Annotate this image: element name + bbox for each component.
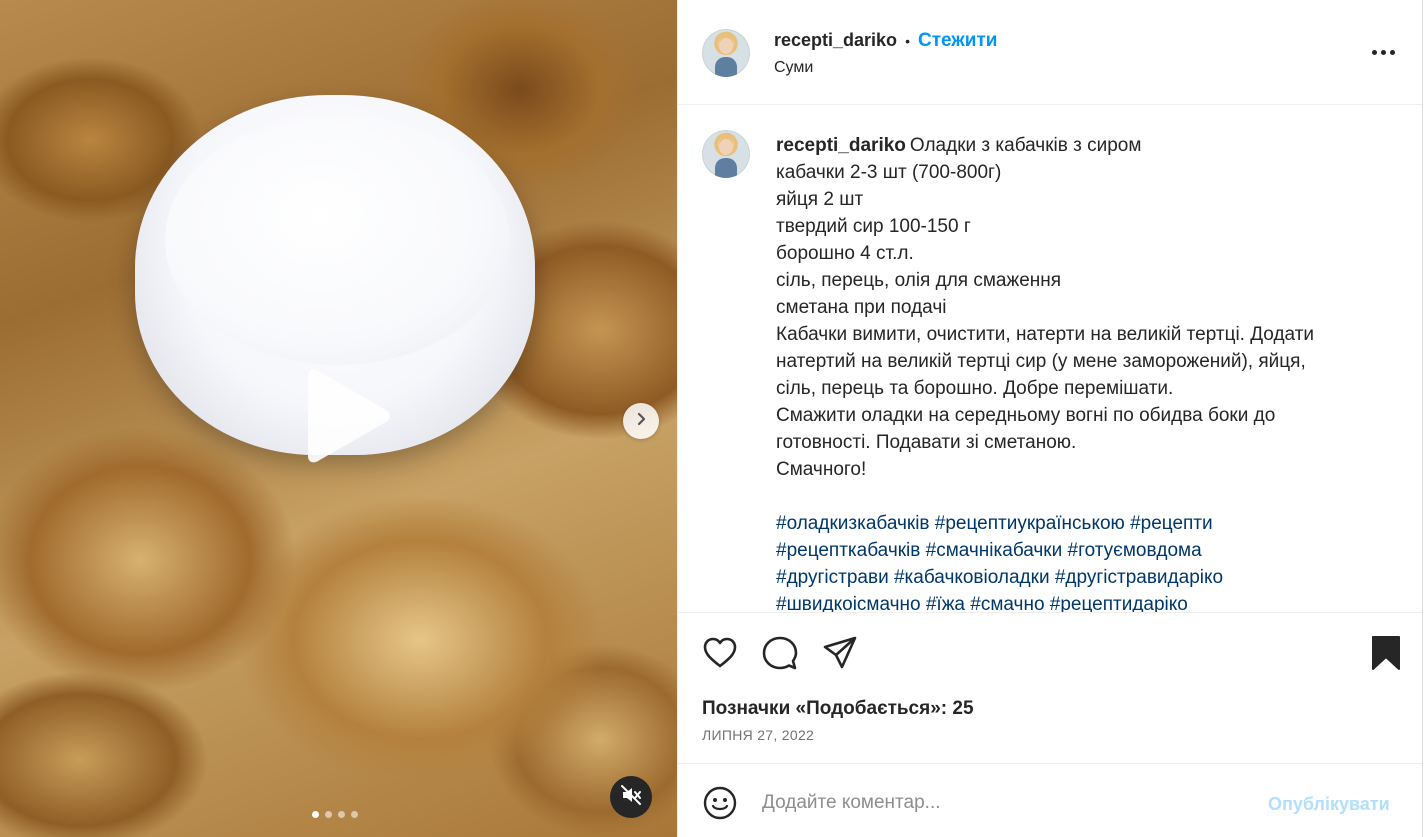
caption-line: готовності. Подавати зі сметаною. [776, 432, 1077, 453]
emoji-icon[interactable] [702, 785, 738, 826]
comment-icon[interactable] [762, 635, 798, 676]
carousel-dot [338, 811, 345, 818]
more-icon[interactable] [1372, 50, 1395, 55]
hashtags: #оладкизкабачків #рецептиукраїнською #ре… [776, 510, 1396, 612]
post-date[interactable]: ЛИПНЯ 27, 2022 [702, 727, 814, 743]
sour-cream [165, 115, 510, 365]
caption-line: сіль, перець та борошно. Добре перемішат… [776, 378, 1174, 399]
caption-username[interactable]: recepti_dariko [776, 135, 906, 156]
bookmark-icon[interactable] [1370, 635, 1402, 676]
hashtag-line[interactable]: #рецепткабачків #смачнікабачки #готуємов… [776, 537, 1396, 564]
caption-line: Смажити оладки на середньому вогні по об… [776, 405, 1276, 426]
chevron-right-icon [633, 411, 649, 432]
caption-line: кабачки 2-3 шт (700-800г) [776, 162, 1002, 183]
caption-line: сіль, перець, олія для смаження [776, 270, 1062, 291]
share-icon[interactable] [822, 635, 858, 676]
post-media[interactable] [0, 0, 677, 837]
caption-area[interactable]: recepti_dariko Оладки з кабачків з сиром … [678, 105, 1422, 613]
heart-icon[interactable] [702, 635, 738, 676]
carousel-dot [325, 811, 332, 818]
post-details-panel: recepti_dariko • Стежити Суми recepti_dari… [677, 0, 1423, 837]
caption-line: Оладки з кабачків з сиром [909, 135, 1142, 156]
comment-input[interactable]: Додайте коментар... [762, 792, 941, 814]
follow-button[interactable]: Стежити [918, 30, 997, 51]
hashtag-line[interactable]: #оладкизкабачків #рецептиукраїнською #ре… [776, 510, 1396, 537]
action-bar [678, 613, 1422, 693]
location-link[interactable]: Суми [774, 59, 813, 77]
hashtag-line[interactable]: #швидкоісмачно #їжа #смачно #рецептидарі… [776, 591, 1396, 612]
comment-bar: Додайте коментар... Опублікувати [678, 763, 1422, 837]
caption-avatar[interactable] [702, 130, 750, 178]
mute-button[interactable] [610, 776, 652, 818]
carousel-dot [351, 811, 358, 818]
caption-line: Смачного! [776, 459, 867, 480]
caption-line: яйця 2 шт [776, 189, 864, 210]
post-header: recepti_dariko • Стежити Суми [678, 0, 1422, 105]
publish-button[interactable]: Опублікувати [1268, 794, 1390, 815]
carousel-dot [312, 811, 319, 818]
caption-line: твердий сир 100-150 г [776, 216, 971, 237]
separator: • [905, 33, 910, 49]
caption-line: сметана при подачі [776, 297, 947, 318]
mute-icon [620, 784, 642, 811]
avatar[interactable] [702, 29, 750, 77]
author-username[interactable]: recepti_dariko [774, 30, 897, 50]
caption-line: Кабачки вимити, очистити, натерти на вел… [776, 324, 1315, 345]
caption-line: борошно 4 ст.л. [776, 243, 914, 264]
next-slide-button[interactable] [623, 403, 659, 439]
carousel-dots [312, 811, 358, 818]
hashtag-line[interactable]: #другістрави #кабачковіоладки #другістра… [776, 564, 1396, 591]
caption: recepti_dariko Оладки з кабачків з сиром … [776, 132, 1396, 612]
play-icon[interactable] [298, 368, 394, 464]
likes-count[interactable]: Позначки «Подобається»: 25 [702, 698, 974, 720]
caption-line: натертий на великій тертці сир (у мене з… [776, 351, 1306, 372]
